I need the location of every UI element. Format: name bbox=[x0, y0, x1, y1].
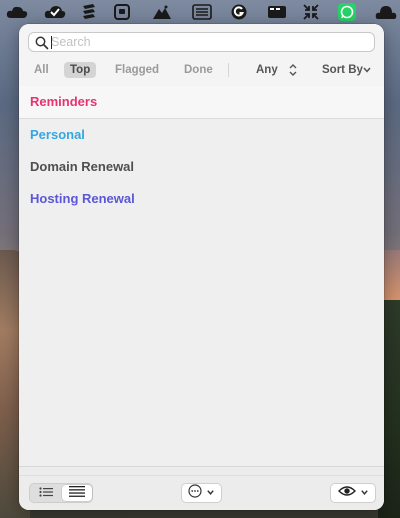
video-icon[interactable] bbox=[267, 3, 287, 21]
list-item-label: Domain Renewal bbox=[30, 159, 135, 174]
up-down-chevron-icon[interactable] bbox=[288, 62, 298, 78]
list-view-icon bbox=[39, 484, 53, 502]
any-select[interactable]: Any bbox=[256, 62, 278, 78]
visibility-button[interactable] bbox=[330, 483, 376, 503]
compact-view-button[interactable] bbox=[62, 485, 92, 501]
filter-divider bbox=[228, 63, 229, 77]
check-circle-icon[interactable] bbox=[44, 3, 66, 21]
view-mode-segmented-control bbox=[29, 483, 93, 503]
tray-icon[interactable] bbox=[113, 3, 131, 21]
popover-footer bbox=[19, 466, 384, 510]
tab-top[interactable]: Top bbox=[64, 62, 97, 78]
search-icon bbox=[35, 36, 49, 50]
list-item-label: Reminders bbox=[30, 94, 98, 109]
stack-icon[interactable] bbox=[80, 3, 98, 21]
mountain-icon[interactable] bbox=[153, 3, 171, 21]
cloud-icon[interactable] bbox=[6, 3, 28, 21]
footer-divider bbox=[19, 475, 384, 476]
sort-by-menu[interactable]: Sort By bbox=[322, 62, 363, 78]
tab-flagged[interactable]: Flagged bbox=[109, 62, 165, 78]
list-view-button[interactable] bbox=[31, 485, 61, 501]
collapse-arrows-icon[interactable] bbox=[302, 3, 320, 21]
list-item-label: Hosting Renewal bbox=[30, 191, 135, 206]
tab-all[interactable]: All bbox=[28, 62, 55, 78]
list-item-hosting-renewal[interactable]: Hosting Renewal bbox=[19, 183, 384, 215]
cloud-app-icon[interactable] bbox=[375, 3, 397, 21]
compact-view-icon bbox=[69, 484, 85, 502]
list-item-label: Personal bbox=[30, 127, 85, 142]
whatsapp-icon[interactable] bbox=[338, 3, 356, 21]
eye-icon bbox=[337, 484, 356, 502]
tab-done[interactable]: Done bbox=[178, 62, 219, 78]
list-item-domain-renewal[interactable]: Domain Renewal bbox=[19, 151, 384, 183]
list-item-reminders[interactable]: Reminders bbox=[19, 86, 384, 119]
popover-header: All Top Flagged Done Any Sort By bbox=[19, 24, 384, 86]
grammarly-icon[interactable] bbox=[230, 3, 248, 21]
more-options-button[interactable] bbox=[181, 483, 222, 503]
ellipsis-circle-icon bbox=[188, 483, 202, 503]
search-input[interactable] bbox=[51, 34, 361, 50]
reminders-popover: All Top Flagged Done Any Sort By Reminde… bbox=[19, 24, 384, 510]
menu-bar bbox=[0, 0, 400, 24]
list-item-personal[interactable]: Personal bbox=[19, 119, 384, 151]
chevron-down-icon bbox=[360, 484, 369, 502]
list-card-icon[interactable] bbox=[192, 3, 212, 21]
filter-bar: All Top Flagged Done Any Sort By bbox=[19, 59, 384, 81]
search-field[interactable] bbox=[28, 32, 375, 52]
reminder-lists: Reminders Personal Domain Renewal Hostin… bbox=[19, 86, 384, 466]
chevron-down-icon bbox=[206, 484, 215, 502]
chevron-down-icon[interactable] bbox=[362, 65, 372, 75]
